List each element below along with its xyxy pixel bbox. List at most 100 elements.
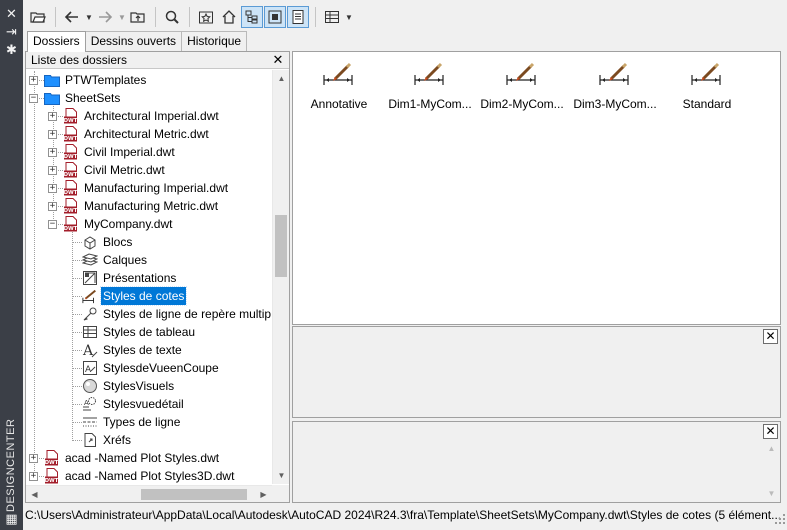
- tree-item[interactable]: + PTWTemplates: [26, 71, 272, 89]
- expand-icon[interactable]: +: [48, 112, 57, 121]
- forward-icon[interactable]: [94, 6, 116, 28]
- resize-grip-icon[interactable]: [775, 514, 785, 524]
- tree-item[interactable]: A StylesdeVueenCoupe: [26, 359, 272, 377]
- properties-icon[interactable]: ✱: [4, 42, 19, 57]
- preview-toggle-icon[interactable]: [264, 6, 286, 28]
- expand-icon[interactable]: +: [29, 454, 38, 463]
- scroll-thumb[interactable]: [275, 215, 287, 277]
- views-dropdown-icon[interactable]: ▼: [344, 6, 354, 28]
- dwt-file-icon: DWT: [63, 198, 79, 214]
- tree-item[interactable]: Styles de tableau: [26, 323, 272, 341]
- dimension-style-item[interactable]: Standard: [661, 60, 753, 111]
- dimension-style-item[interactable]: Dim3-MyCom...: [569, 60, 661, 111]
- views-icon[interactable]: [321, 6, 343, 28]
- tree-item[interactable]: Styles de ligne de repère multip: [26, 305, 272, 323]
- dimension-style-item[interactable]: Dim1-MyCom...: [384, 60, 476, 111]
- expand-icon[interactable]: +: [29, 76, 38, 85]
- scroll-up-icon[interactable]: ▲: [763, 440, 780, 457]
- scroll-left-icon[interactable]: ◀: [26, 486, 43, 503]
- back-icon[interactable]: [61, 6, 83, 28]
- tree-item-label: Manufacturing Metric.dwt: [84, 199, 219, 213]
- tree-item[interactable]: A Styles de texte: [26, 341, 272, 359]
- tree-item[interactable]: Styles de cotes: [26, 286, 272, 306]
- palette-menu-icon[interactable]: ▦: [4, 511, 19, 526]
- svg-text:DWT: DWT: [64, 172, 78, 178]
- tree-item[interactable]: − DWT MyCompany.dwt: [26, 215, 272, 233]
- tree-toggle-icon[interactable]: [241, 6, 263, 28]
- dimension-style-icon: [569, 60, 661, 88]
- load-icon[interactable]: [27, 6, 49, 28]
- expand-icon[interactable]: +: [48, 148, 57, 157]
- description-toggle-icon[interactable]: [287, 6, 309, 28]
- tree-item[interactable]: Présentations: [26, 269, 272, 287]
- tree-item[interactable]: + DWT Architectural Imperial.dwt: [26, 107, 272, 125]
- tab-historique[interactable]: Historique: [181, 31, 248, 51]
- dimension-style-item[interactable]: Dim2-MyCom...: [476, 60, 568, 111]
- tab-dossiers[interactable]: Dossiers: [27, 31, 86, 52]
- table-style-icon: [82, 324, 98, 340]
- forward-dropdown-icon[interactable]: ▼: [117, 6, 127, 28]
- home-icon[interactable]: [218, 6, 240, 28]
- close-icon[interactable]: ✕: [763, 424, 778, 439]
- tree-connector: [72, 260, 82, 261]
- tree-item[interactable]: Calques: [26, 251, 272, 269]
- expand-icon[interactable]: +: [29, 472, 38, 481]
- detail-view-style-icon: A: [82, 396, 98, 412]
- status-path: C:\Users\Administrateur\AppData\Local\Au…: [25, 508, 782, 522]
- close-icon[interactable]: ✕: [763, 329, 778, 344]
- tree-item[interactable]: + DWT Manufacturing Metric.dwt: [26, 197, 272, 215]
- search-icon[interactable]: [161, 6, 183, 28]
- palette-title-bar[interactable]: ✕ ⇥ ✱ DESIGNCENTER ▦: [0, 0, 23, 530]
- tree-item[interactable]: Xréfs: [26, 431, 272, 449]
- back-dropdown-icon[interactable]: ▼: [84, 6, 94, 28]
- expand-icon[interactable]: +: [48, 166, 57, 175]
- expand-icon[interactable]: +: [48, 130, 57, 139]
- dimension-style-icon: [82, 288, 98, 304]
- tab-dessins-ouverts[interactable]: Dessins ouverts: [84, 31, 183, 51]
- content-area[interactable]: Annotative Dim1-MyCom... Dim2-MyCom... Dim3…: [292, 51, 781, 325]
- folder-tree[interactable]: + PTWTemplates − SheetSets + DWT Architectural…: [26, 70, 272, 484]
- collapse-icon[interactable]: −: [48, 220, 57, 229]
- tree-item-label: Blocs: [103, 235, 133, 249]
- tree-item[interactable]: + DWT acad -Named Plot Styles3D.dwt: [26, 467, 272, 484]
- multileader-style-icon: [82, 306, 98, 322]
- scroll-down-icon[interactable]: ▼: [273, 467, 290, 484]
- tree-item[interactable]: + DWT Civil Metric.dwt: [26, 161, 272, 179]
- tree-horizontal-scrollbar[interactable]: ◀ ▶: [26, 485, 272, 502]
- layers-icon: [82, 252, 98, 268]
- tree-item[interactable]: Types de ligne: [26, 413, 272, 431]
- expand-icon[interactable]: +: [48, 202, 57, 211]
- tree-item[interactable]: Blocs: [26, 233, 272, 251]
- dimension-style-item[interactable]: Annotative: [293, 60, 385, 111]
- palette-title: DESIGNCENTER: [5, 418, 17, 512]
- expand-icon[interactable]: +: [48, 184, 57, 193]
- scroll-up-icon[interactable]: ▲: [273, 70, 290, 87]
- favorites-icon[interactable]: [195, 6, 217, 28]
- up-icon[interactable]: [127, 6, 149, 28]
- tree-item[interactable]: + DWT Manufacturing Imperial.dwt: [26, 179, 272, 197]
- tree-item[interactable]: − SheetSets: [26, 89, 272, 107]
- dimension-style-label: Dim3-MyCom...: [573, 97, 657, 111]
- tree-vertical-scrollbar[interactable]: ▲ ▼: [272, 70, 289, 484]
- tree-connector: [72, 350, 82, 351]
- tree-item[interactable]: + DWT Architectural Metric.dwt: [26, 125, 272, 143]
- tree-item-label: Styles de texte: [103, 343, 182, 357]
- auto-hide-icon[interactable]: ⇥: [4, 24, 19, 39]
- close-icon[interactable]: ✕: [4, 6, 19, 21]
- dimension-style-icon: [293, 60, 385, 88]
- layouts-icon: [82, 270, 98, 286]
- collapse-icon[interactable]: −: [29, 94, 38, 103]
- dwt-file-icon: DWT: [63, 126, 79, 142]
- svg-text:DWT: DWT: [64, 208, 78, 214]
- scroll-thumb[interactable]: [141, 489, 247, 500]
- tree-item[interactable]: + DWT acad -Named Plot Styles.dwt: [26, 449, 272, 467]
- scroll-right-icon[interactable]: ▶: [255, 486, 272, 503]
- tree-connector: [72, 332, 82, 333]
- tree-item[interactable]: + DWT Civil Imperial.dwt: [26, 143, 272, 161]
- tree-item[interactable]: StylesVisuels: [26, 377, 272, 395]
- description-scrollbar[interactable]: ▲ ▼: [763, 440, 780, 502]
- tree-item[interactable]: A Stylesvuedétail: [26, 395, 272, 413]
- close-icon[interactable]: ✕: [271, 53, 285, 67]
- scroll-down-icon[interactable]: ▼: [763, 485, 780, 502]
- separator: [315, 7, 316, 27]
